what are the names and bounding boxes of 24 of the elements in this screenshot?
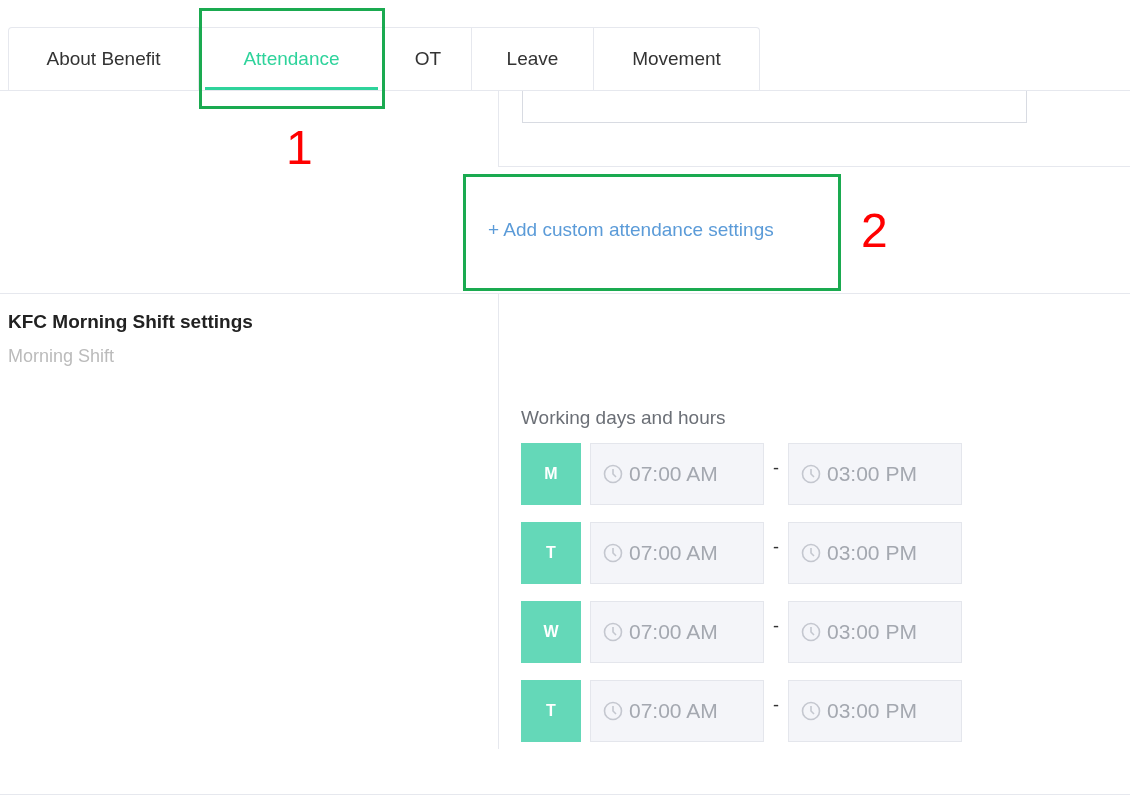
tab[interactable]: About Benefit <box>8 27 199 90</box>
clock-icon <box>603 700 623 721</box>
section-label: Working days and hours <box>521 406 727 430</box>
range-separator: - <box>772 456 780 480</box>
shift-title: KFC Morning Shift settings <box>8 310 254 334</box>
clock-icon <box>801 700 821 721</box>
range-separator: - <box>772 535 780 559</box>
tab[interactable]: Leave <box>472 27 594 90</box>
shift-subtitle: Morning Shift <box>8 344 116 368</box>
clock-icon <box>801 621 821 642</box>
tab[interactable]: OT <box>385 27 472 90</box>
annotation-number: 2 <box>861 207 888 255</box>
tab[interactable]: Movement <box>594 27 760 90</box>
clock-icon <box>603 542 623 563</box>
range-separator: - <box>772 614 780 638</box>
clock-icon <box>603 463 623 484</box>
annotation-number: 1 <box>286 124 313 172</box>
range-separator: - <box>772 693 780 717</box>
clock-icon <box>603 621 623 642</box>
input-field[interactable] <box>522 91 1027 123</box>
clock-icon <box>801 463 821 484</box>
add-custom-settings-link[interactable]: + Add custom attendance settings <box>488 215 774 245</box>
tab[interactable]: Attendance <box>199 27 385 90</box>
clock-icon <box>801 542 821 563</box>
